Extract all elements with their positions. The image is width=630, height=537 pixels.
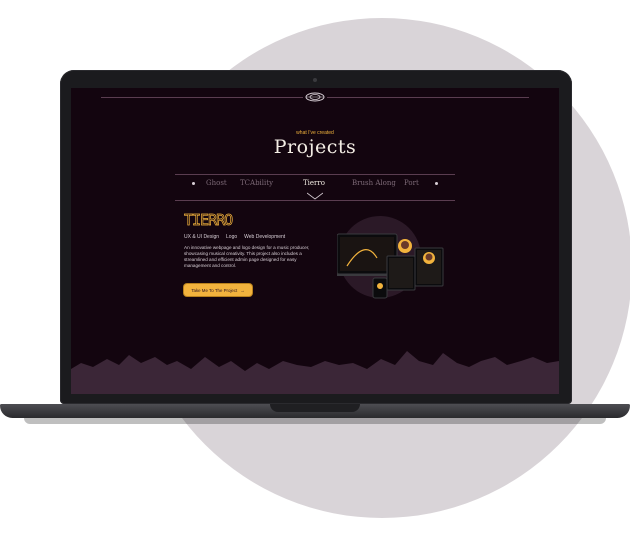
arrow-right-icon: → <box>240 287 245 293</box>
project-description: An innovative webpage and logo design fo… <box>184 245 310 268</box>
laptop-notch <box>270 404 360 412</box>
webcam <box>313 78 317 82</box>
laptop-screen: what I've created Projects Ghost TCAbili… <box>71 88 559 394</box>
tabs-right-dot <box>435 182 438 185</box>
tab-ghost[interactable]: Ghost <box>206 179 227 187</box>
tierro-logo: TIERRO <box>184 211 235 228</box>
tag-logo: Logo <box>226 234 238 240</box>
cta-label: Take Me To The Project <box>191 287 238 293</box>
project-cta-button[interactable]: Take Me To The Project → <box>184 284 252 296</box>
logo-text: TIERRO <box>184 211 233 228</box>
project-tags: UX & UI Design Logo Web Development <box>184 234 285 240</box>
tag-ux-ui: UX & UI Design <box>184 234 220 240</box>
tabs-bottom-divider <box>175 200 455 201</box>
tabs-left-dot <box>192 182 195 185</box>
tag-web-dev: Web Development <box>244 234 286 240</box>
mountains-decoration <box>71 351 559 394</box>
tab-tierro[interactable]: Tierro <box>303 179 325 187</box>
tab-tcability[interactable]: TCAbility <box>240 179 273 187</box>
active-tab-ornament-icon <box>307 192 323 200</box>
tab-port[interactable]: Port <box>404 179 419 187</box>
ornament-icon <box>303 91 327 103</box>
tab-brush-along[interactable]: Brush Along <box>352 179 396 187</box>
section-title: Projects <box>273 136 357 158</box>
laptop-shadow <box>24 418 606 424</box>
tabs-top-divider <box>175 174 455 175</box>
device-mockups-image <box>337 233 444 299</box>
